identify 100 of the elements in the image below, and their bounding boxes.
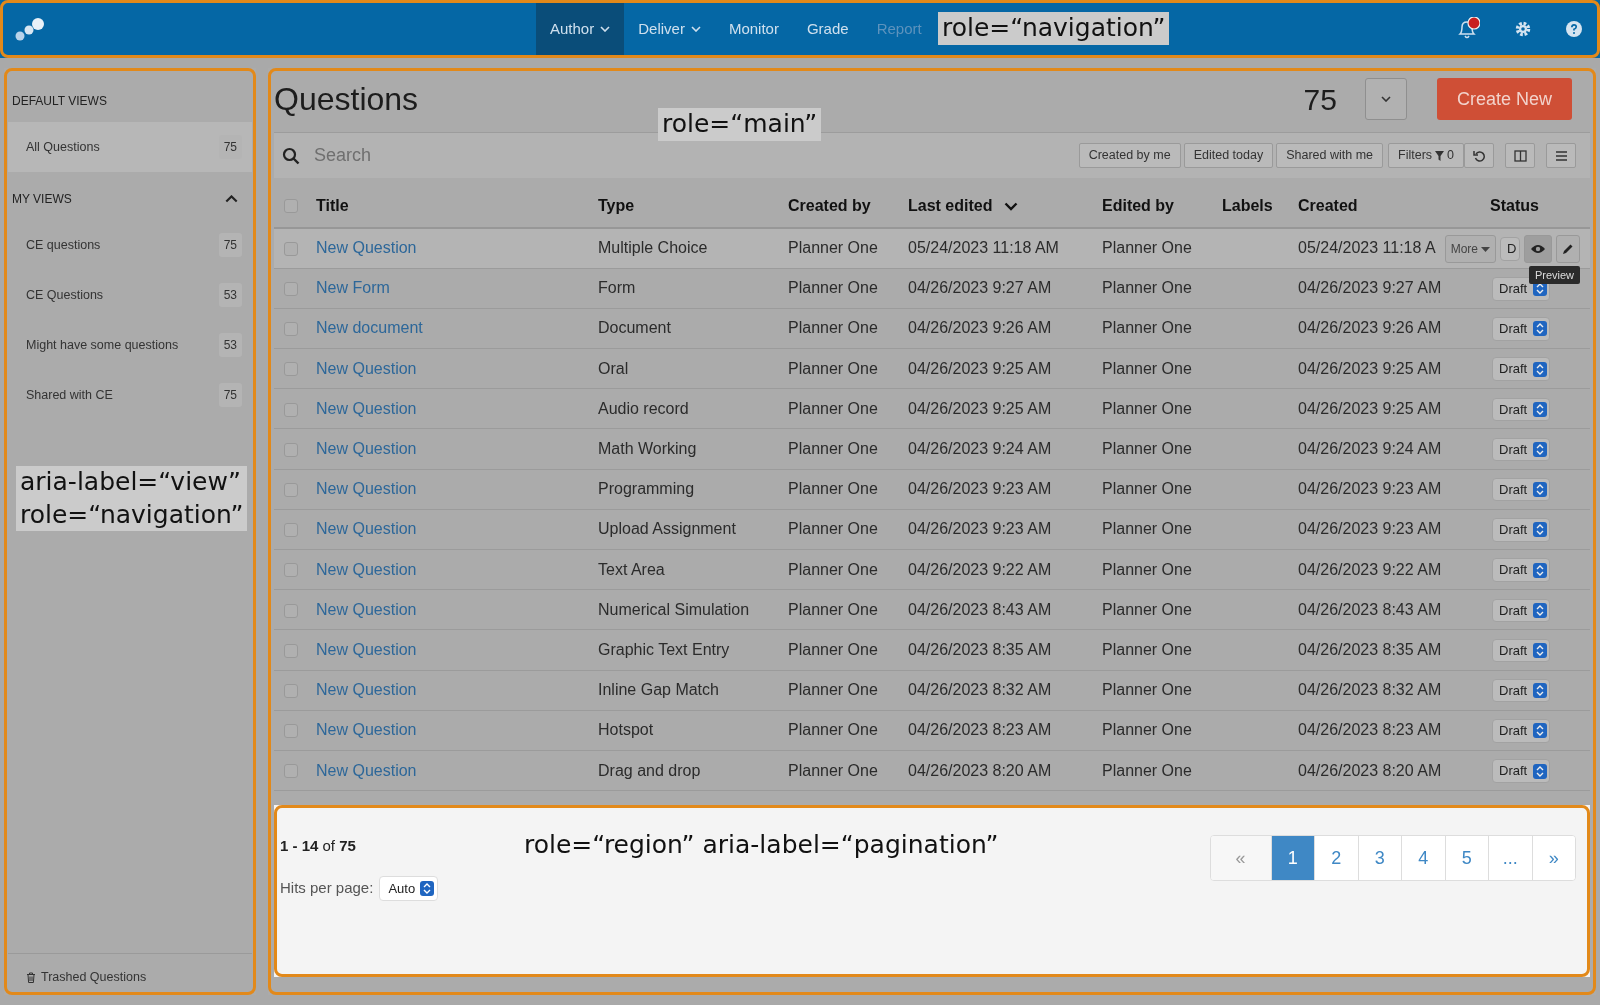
section-heading: MY VIEWS — [12, 191, 72, 208]
total-count: 75 — [1303, 81, 1337, 118]
page-button[interactable]: 1 — [1270, 836, 1314, 881]
trashed-link[interactable]: Trashed Questions — [41, 968, 147, 987]
table-cell: 04/26/2023 8:43 AM — [1298, 600, 1442, 618]
count-badge: 75 — [218, 233, 242, 257]
column-header[interactable]: Created by — [788, 196, 871, 214]
sidebar-item[interactable]: CE Questions 53 — [8, 270, 252, 320]
table-cell: Planner One — [1102, 279, 1192, 297]
table-cell: 04/26/2023 9:23 AM — [1298, 520, 1442, 538]
table-cell: Oral — [598, 359, 629, 377]
table-cell: Planner One — [788, 761, 878, 779]
page-title: Questions — [274, 80, 419, 119]
count-badge: 75 — [218, 383, 242, 407]
table-cell: 04/26/2023 8:43 AM — [908, 600, 1052, 618]
filter-chip[interactable]: Shared with me — [1276, 143, 1383, 168]
status-select[interactable]: Draft — [1492, 357, 1551, 381]
column-header[interactable]: Labels — [1222, 196, 1273, 214]
table-cell: 04/26/2023 9:27 AM — [1298, 279, 1442, 297]
status-select[interactable]: Draft — [1492, 719, 1551, 743]
table-cell: 04/26/2023 9:23 AM — [1298, 480, 1442, 498]
count-badge: 53 — [218, 283, 242, 307]
table-cell: 04/26/2023 8:35 AM — [1298, 640, 1442, 658]
table-cell: Planner One — [788, 319, 878, 337]
table-cell: 04/26/2023 9:25 AM — [908, 359, 1052, 377]
table-cell: Document — [598, 319, 671, 337]
nav-tab[interactable]: Author — [536, 0, 625, 58]
table-cell: 04/26/2023 8:32 AM — [908, 681, 1052, 699]
table-cell: Planner One — [788, 640, 878, 658]
table-cell: Inline Gap Match — [598, 681, 719, 699]
table-cell: 04/26/2023 9:26 AM — [908, 319, 1052, 337]
sidebar-item[interactable]: Might have some questions 53 — [8, 320, 252, 370]
table-cell: 04/26/2023 9:26 AM — [1298, 319, 1442, 337]
table-cell: 05/24/2023 11:18 A — [1298, 239, 1436, 257]
status-select[interactable]: Draft — [1492, 397, 1551, 422]
column-header[interactable]: Status — [1490, 196, 1539, 214]
hits-label: Hits per page: — [280, 878, 374, 899]
status-select[interactable]: Draft — [1492, 759, 1551, 783]
table-cell: 04/26/2023 9:23 AM — [908, 520, 1052, 538]
table-cell: 04/26/2023 9:25 AM — [908, 399, 1052, 417]
table-cell: Planner One — [1102, 319, 1192, 337]
table-cell: Planner One — [788, 480, 878, 498]
sidebar-item[interactable]: All Questions 75 — [8, 122, 252, 172]
table-cell: Planner One — [1102, 399, 1192, 417]
table-cell: 05/24/2023 11:18 AM — [908, 239, 1059, 257]
column-header[interactable]: Edited by — [1102, 196, 1174, 214]
table-cell: Planner One — [788, 520, 878, 538]
column-header[interactable]: Last edited — [908, 196, 993, 214]
table-cell: Text Area — [598, 560, 665, 578]
status-select[interactable]: Draft — [1492, 638, 1551, 663]
page-button[interactable]: » — [1531, 836, 1575, 881]
annotation-label: role=“navigation” — [938, 12, 1170, 45]
table-cell: 04/26/2023 9:23 AM — [908, 480, 1052, 498]
table-cell: Planner One — [1102, 721, 1192, 739]
status-select[interactable]: Draft — [1492, 437, 1551, 462]
status-select[interactable]: Draft — [1492, 518, 1551, 542]
column-header[interactable]: Type — [598, 196, 635, 214]
table-cell: Planner One — [788, 359, 878, 377]
sidebar-item[interactable]: CE questions 75 — [8, 220, 252, 270]
filters-button[interactable]: Filters 0 — [1388, 143, 1464, 168]
table-cell: 04/26/2023 8:20 AM — [908, 761, 1052, 779]
table-cell: Multiple Choice — [598, 239, 708, 257]
table-cell: Planner One — [788, 600, 878, 618]
annotation-label: role=“region” aria-label=“pagination” — [524, 829, 999, 862]
table-cell: Planner One — [1102, 761, 1192, 779]
column-header[interactable]: Created — [1298, 196, 1358, 214]
table-cell: 04/26/2023 8:23 AM — [1298, 721, 1442, 739]
nav-tab[interactable]: Deliver — [624, 0, 715, 58]
table-cell: 04/26/2023 9:24 AM — [1298, 440, 1442, 458]
table-cell: Planner One — [788, 239, 878, 257]
table-cell: Planner One — [1102, 480, 1192, 498]
filter-chip[interactable]: Created by me — [1078, 143, 1181, 168]
table-cell: Planner One — [1102, 681, 1192, 699]
table-cell: Graphic Text Entry — [598, 640, 730, 658]
table-cell: 04/26/2023 9:25 AM — [1298, 399, 1442, 417]
table-cell: 04/26/2023 9:25 AM — [1298, 359, 1442, 377]
sidebar-item[interactable]: Shared with CE 75 — [8, 370, 252, 420]
search-field[interactable]: Search — [300, 141, 600, 170]
filter-chip[interactable]: Edited today — [1183, 143, 1274, 168]
table-cell: Planner One — [788, 681, 878, 699]
status-select[interactable]: Draft — [1492, 678, 1551, 703]
status-select[interactable]: D — [1500, 237, 1520, 261]
table-cell: Hotspot — [598, 721, 654, 739]
table-cell: Planner One — [1102, 560, 1192, 578]
table-cell: Planner One — [1102, 239, 1192, 257]
column-header[interactable]: Title — [316, 196, 349, 214]
status-select[interactable]: Draft — [1492, 317, 1551, 341]
table-cell: Audio record — [598, 399, 689, 417]
status-select[interactable]: Draft — [1492, 598, 1551, 623]
table-cell: Planner One — [1102, 440, 1192, 458]
status-select[interactable]: Draft — [1492, 477, 1551, 502]
table-cell: 04/26/2023 9:22 AM — [1298, 560, 1442, 578]
hits-select[interactable]: Auto — [379, 875, 439, 902]
more-button[interactable]: More — [1444, 235, 1496, 263]
table-cell: 04/26/2023 9:22 AM — [908, 560, 1052, 578]
status-select[interactable]: Draft — [1492, 558, 1551, 582]
nav-tab[interactable]: Monitor — [714, 0, 793, 58]
nav-tab[interactable]: Grade — [792, 0, 863, 58]
annotation-label: role=“main” — [658, 108, 822, 141]
table-cell: 04/26/2023 8:32 AM — [1298, 681, 1442, 699]
